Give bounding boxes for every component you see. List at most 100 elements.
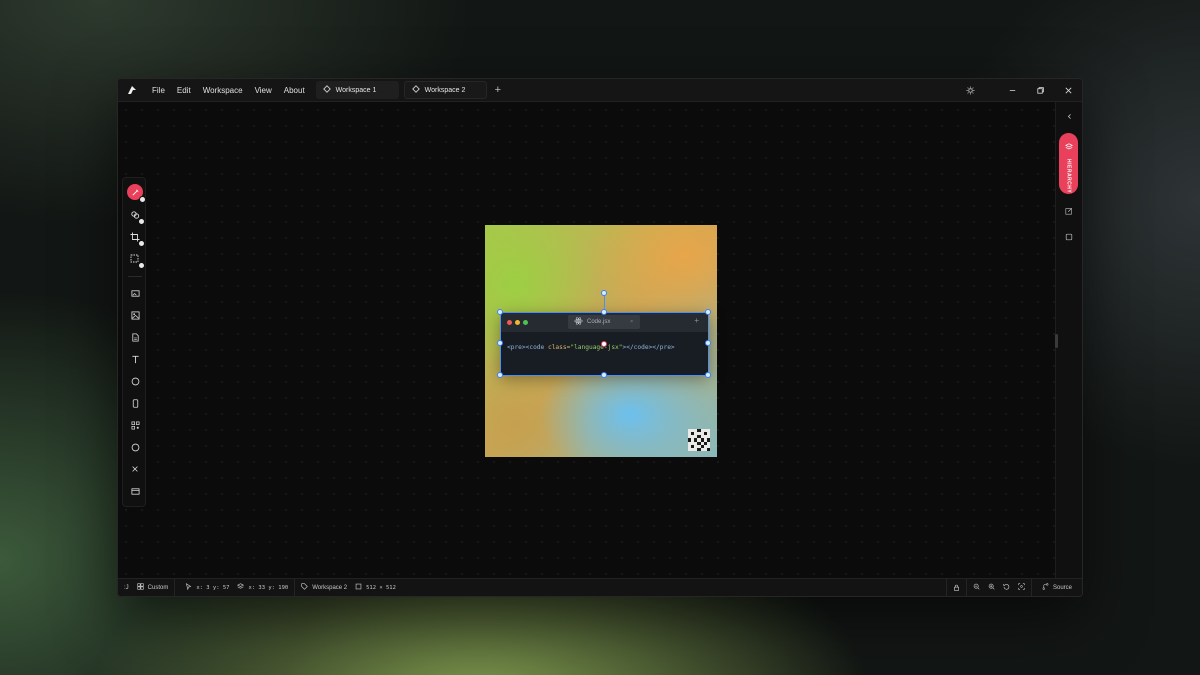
image-icon[interactable] [128, 308, 142, 322]
image-frame-icon[interactable] [128, 286, 142, 300]
theme-toggle-sun-icon[interactable] [956, 79, 984, 102]
tool-badge [138, 218, 145, 225]
hierarchy-label: HIERARCHY [1065, 159, 1072, 194]
cursor-position: x: 3 y: 57 [196, 584, 230, 591]
diamond-icon [411, 85, 420, 95]
tool-badge [138, 262, 145, 269]
shape-icon[interactable] [128, 440, 142, 454]
code-tab-close: × [630, 319, 633, 325]
hierarchy-button[interactable]: HIERARCHY [1059, 133, 1078, 194]
layers-icon [237, 583, 245, 592]
fit-screen-icon[interactable] [1018, 583, 1025, 592]
react-icon [574, 317, 583, 327]
qr-cell [707, 448, 710, 451]
code-tab-title: Code.jsx [587, 319, 611, 325]
tool-badge [139, 196, 146, 203]
title-bar: File Edit Workspace View About Workspace… [118, 79, 1082, 102]
resize-handle-w[interactable] [497, 340, 503, 346]
zoom-in-icon[interactable] [988, 583, 995, 592]
status-mark: :J [118, 579, 131, 597]
minimize-icon[interactable] [998, 79, 1026, 102]
resize-handle-ne[interactable] [705, 309, 711, 315]
resize-handle-s[interactable] [601, 372, 607, 378]
cursor-icon [185, 582, 192, 592]
qr-code [688, 429, 710, 451]
resize-handle-e[interactable] [705, 340, 711, 346]
chevron-left-icon[interactable] [1064, 111, 1074, 121]
traffic-close-icon [507, 319, 512, 325]
git-branch-icon [1042, 583, 1049, 592]
source-label: Source [1052, 584, 1072, 591]
canvas[interactable]: Code.jsx × + <pre><code class="language-… [118, 102, 1056, 580]
status-right: Source [945, 578, 1082, 597]
grid-icon [137, 583, 144, 592]
code-window-header: Code.jsx × + [500, 312, 709, 332]
zoom-out-icon[interactable] [973, 583, 980, 592]
left-toolbar [122, 177, 146, 507]
tab-label: Workspace 2 [424, 86, 466, 94]
status-mark-text: :J [124, 584, 129, 591]
qr-code-icon[interactable] [128, 418, 142, 432]
square-icon[interactable] [1064, 232, 1074, 242]
menu-view[interactable]: View [249, 79, 278, 102]
window-icon[interactable] [128, 484, 142, 498]
menu-edit[interactable]: Edit [171, 79, 197, 102]
resize-handle-se[interactable] [705, 372, 711, 378]
tab-workspace-1[interactable]: Workspace 1 [315, 81, 399, 99]
layer-position: x: 33 y: 190 [248, 584, 289, 591]
zoom-controls [967, 578, 1032, 596]
menu-about[interactable]: About [278, 79, 311, 102]
close-icon[interactable] [128, 462, 142, 476]
tool-badge [138, 240, 145, 247]
resize-handle-nw[interactable] [497, 309, 503, 315]
tag-icon [301, 583, 308, 592]
coordinates-group: x: 3 y: 57 x: 33 y: 190 [175, 578, 296, 596]
code-tag-open: <pre><code [507, 344, 548, 351]
add-tab-button[interactable]: + [495, 84, 501, 96]
right-panel: HIERARCHY [1055, 102, 1082, 580]
resize-handle-sw[interactable] [497, 372, 503, 378]
close-window-icon[interactable] [1054, 79, 1082, 102]
reset-zoom-icon[interactable] [1003, 583, 1010, 592]
code-add-tab: + [694, 316, 699, 325]
preset-label: Custom [147, 584, 169, 591]
code-tab: Code.jsx × [568, 315, 640, 329]
toolbar-divider [128, 276, 142, 277]
brush-icon[interactable] [127, 184, 146, 203]
pivot-handle[interactable] [601, 341, 607, 347]
restore-icon[interactable] [1026, 79, 1054, 102]
resize-icon[interactable] [128, 252, 145, 269]
menu-bar: File Edit Workspace View About [146, 79, 311, 102]
panel-resize-handle[interactable] [1055, 334, 1058, 348]
menu-workspace[interactable]: Workspace [197, 79, 249, 102]
file-icon[interactable] [128, 330, 142, 344]
canvas-size-icon [355, 583, 362, 592]
app-window: File Edit Workspace View About Workspace… [117, 78, 1083, 597]
lock-icon[interactable] [945, 578, 967, 596]
code-tag-close: ></code></pre> [622, 344, 675, 351]
tab-label: Workspace 1 [335, 86, 377, 94]
phone-frame-icon[interactable] [128, 396, 142, 410]
workspace-name: Workspace 2 [312, 584, 348, 591]
tab-workspace-2[interactable]: Workspace 2 [403, 81, 487, 99]
rotate-handle[interactable] [601, 290, 607, 296]
layers-stack-icon [1064, 138, 1073, 156]
traffic-minimize-icon [515, 319, 520, 325]
code-value: "language-jsx" [570, 344, 623, 351]
menu-file[interactable]: File [146, 79, 171, 102]
code-attr: class= [547, 344, 571, 351]
diamond-icon [322, 85, 331, 95]
source-button[interactable]: Source [1032, 579, 1082, 597]
text-icon[interactable] [128, 352, 142, 366]
circle-icon[interactable] [128, 374, 142, 388]
artboard-image[interactable]: Code.jsx × + <pre><code class="language-… [485, 225, 717, 457]
resize-handle-n[interactable] [601, 309, 607, 315]
window-controls [956, 79, 1082, 102]
traffic-maximize-icon [523, 319, 528, 325]
layers-icon[interactable] [128, 208, 145, 225]
crop-icon[interactable] [128, 230, 145, 247]
edit-icon[interactable] [1064, 206, 1074, 216]
app-logo-icon[interactable] [124, 82, 140, 98]
status-bar: :J Custom x: 3 y: 57 x: 33 y: 190 Worksp… [118, 578, 1082, 596]
preset-selector[interactable]: Custom [131, 578, 176, 596]
